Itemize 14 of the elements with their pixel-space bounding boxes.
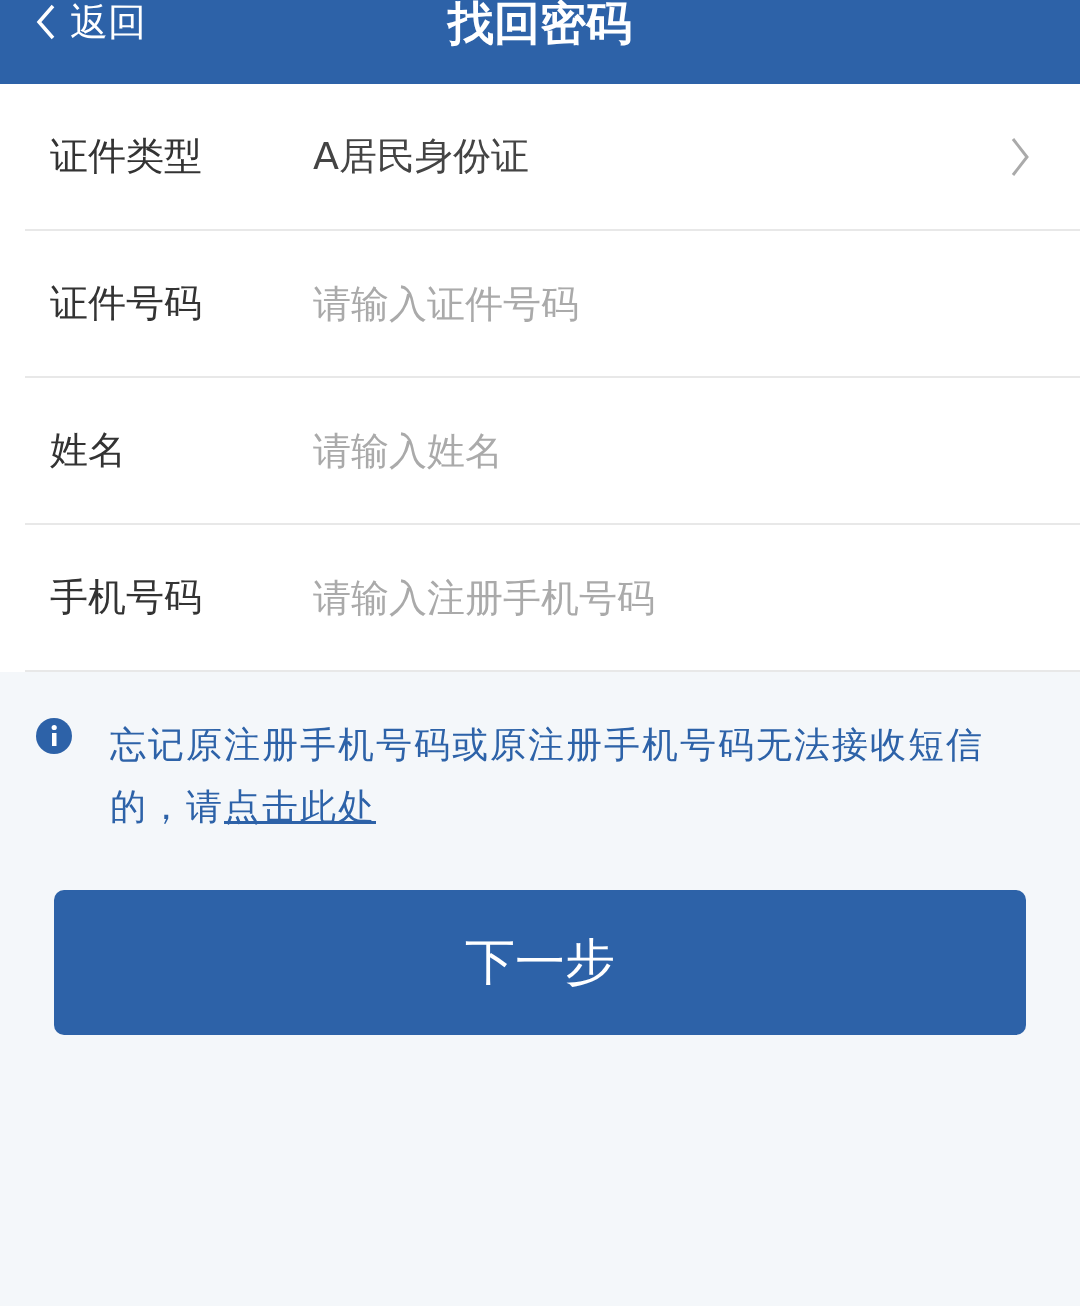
- chevron-right-icon: [1010, 136, 1030, 177]
- notice-text: 忘记原注册手机号码或原注册手机号码无法接收短信的，请点击此处: [110, 723, 985, 829]
- click-here-link[interactable]: 点击此处: [224, 786, 376, 827]
- field-label: 证件号码: [50, 280, 203, 327]
- back-button[interactable]: 返回: [36, 0, 146, 44]
- next-step-button[interactable]: 下一步: [54, 890, 1026, 1035]
- field-label: 手机号码: [50, 574, 203, 621]
- select-value[interactable]: A居民身份证: [313, 131, 1010, 182]
- field-label: 证件类型: [50, 133, 203, 180]
- input-field[interactable]: 请输入注册手机号码: [313, 567, 1030, 628]
- input-field[interactable]: 请输入证件号码: [313, 273, 1030, 334]
- field-label: 姓名: [50, 427, 127, 474]
- info-icon: [36, 718, 72, 754]
- input-field[interactable]: 请输入姓名: [313, 420, 1030, 481]
